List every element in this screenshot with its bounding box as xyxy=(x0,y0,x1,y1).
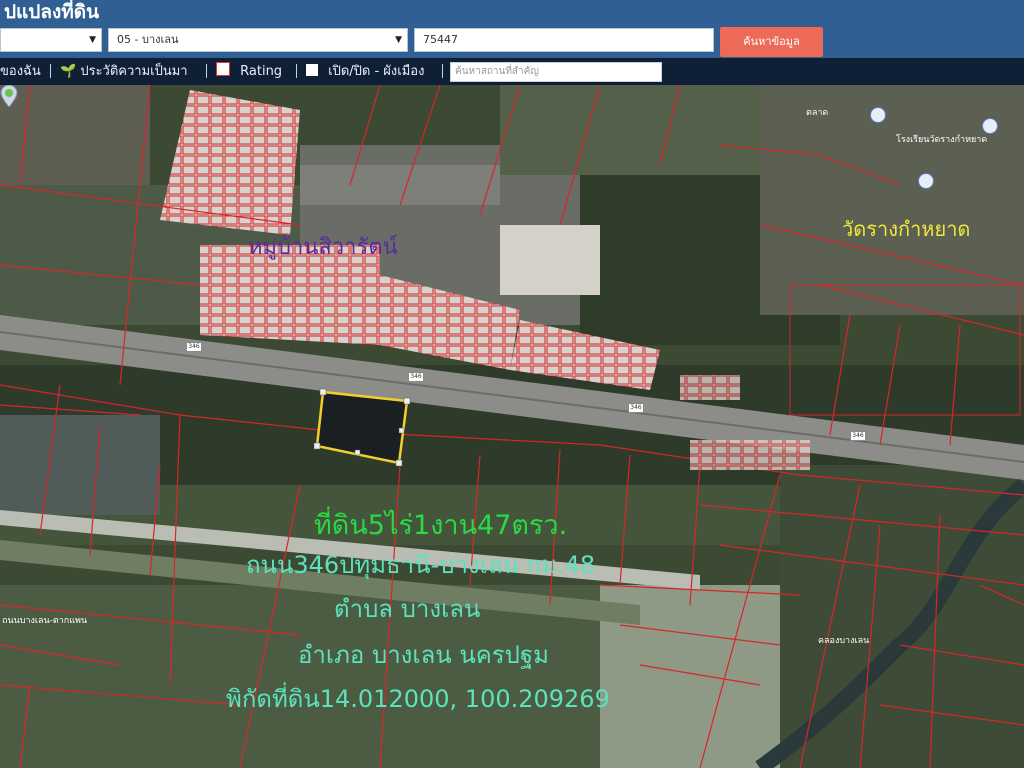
toolbar-item-mine-label: ของฉัน xyxy=(0,64,41,79)
district-select-value: 05 - บางเลน xyxy=(117,33,179,46)
location-pin-icon[interactable] xyxy=(0,85,18,107)
temple-label: วัดรางกำหยาด xyxy=(842,217,971,241)
subdistrict-text: ตำบล บางเลน xyxy=(334,595,481,623)
toolbar-item-history-label: ประวัติความเป็นมา xyxy=(80,64,188,79)
toolbar-divider xyxy=(296,64,297,78)
cityplan-checkbox[interactable] xyxy=(306,64,318,76)
place-search-input[interactable]: ค้นหาสถานที่สำคัญ xyxy=(450,62,662,82)
road-sign: 346 xyxy=(628,403,644,413)
toolbar-divider xyxy=(442,64,443,78)
toolbar-item-rating[interactable]: Rating xyxy=(216,58,282,85)
province-select[interactable]: ▼ xyxy=(0,28,102,52)
toolbar-item-mine[interactable]: ของฉัน xyxy=(0,58,41,85)
poi-marker-icon[interactable] xyxy=(918,173,934,189)
toolbar-divider xyxy=(206,64,207,78)
poi-label: ตลาด xyxy=(806,108,829,118)
search-button[interactable]: ค้นหาข้อมูล xyxy=(720,27,823,57)
poi-marker-icon[interactable] xyxy=(870,107,886,123)
road-location-text: ถนน346ปทุมธานี-บางเลน กม.48 xyxy=(246,551,596,579)
road-label: ถนนบางเลน-ตากแพน xyxy=(2,616,88,626)
land-size-text: ที่ดิน5ไร่1งาน47ตรว. xyxy=(314,510,568,541)
district-select[interactable]: 05 - บางเลน ▼ xyxy=(108,28,408,52)
page-title: ปแปลงที่ดิน xyxy=(4,1,100,23)
satellite-map[interactable]: 346 346 346 346 หมู่บ้านสิวารัตน์ วัดราง… xyxy=(0,85,1024,768)
chevron-down-icon: ▼ xyxy=(89,35,96,45)
toolbar-item-cityplan-label: เปิด/ปิด - ผังเมือง xyxy=(328,64,425,79)
chevron-down-icon: ▼ xyxy=(395,35,402,45)
toolbar-divider xyxy=(50,64,51,78)
village-label: หมู่บ้านสิวารัตน์ xyxy=(248,235,398,260)
coordinates-text: พิกัดที่ดิน14.012000, 100.209269 xyxy=(226,685,610,713)
road-sign: 346 xyxy=(186,342,202,352)
app-header: ปแปลงที่ดิน ▼ 05 - บางเลน ▼ 75447 ค้นหาข… xyxy=(0,0,1024,58)
toolbar-item-history[interactable]: 🌱 ประวัติความเป็นมา xyxy=(60,58,188,85)
poi-label: โรงเรียนวัดรางกำหยาด xyxy=(896,135,988,145)
district-province-text: อำเภอ บางเลน นครปฐม xyxy=(298,641,549,669)
sprout-icon: 🌱 xyxy=(60,64,77,79)
parcel-number-input[interactable]: 75447 xyxy=(414,28,714,52)
poi-label: คลองบางเลน xyxy=(818,636,870,646)
road-sign: 346 xyxy=(850,431,866,441)
toolbar-item-cityplan[interactable]: เปิด/ปิด - ผังเมือง xyxy=(306,58,424,85)
road-sign: 346 xyxy=(408,372,424,382)
chart-icon xyxy=(216,62,230,76)
toolbar-item-rating-label: Rating xyxy=(240,64,283,79)
